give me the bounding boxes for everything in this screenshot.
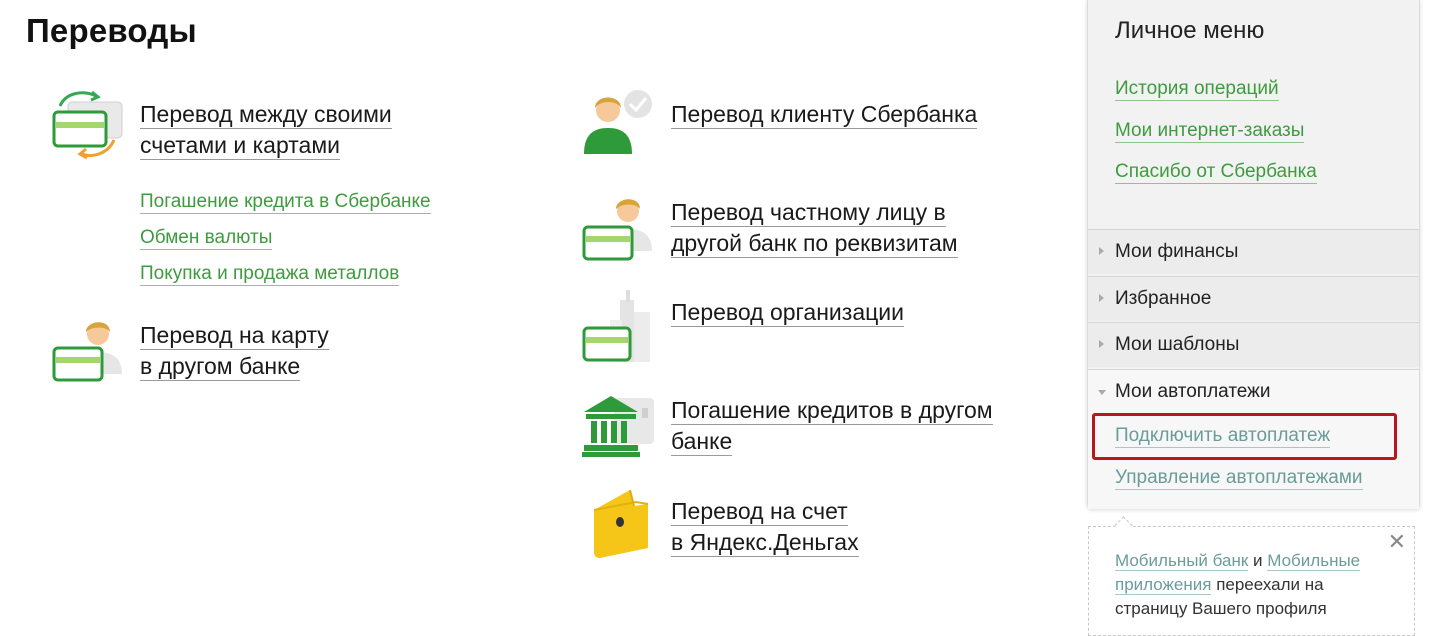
transfer-org-line1: Перевод организации bbox=[671, 299, 904, 327]
repay-other-line1: Погашение кредитов в другом bbox=[671, 397, 993, 425]
sublink-currency-exchange[interactable]: Обмен валюты bbox=[140, 227, 273, 250]
cards-exchange-icon bbox=[52, 90, 123, 160]
internet-orders-link[interactable]: Мои интернет-заказы bbox=[1115, 120, 1305, 143]
transfer-own-line1: Перевод между своими bbox=[140, 101, 392, 129]
notice-box: ✕ Мобильный банк и Мобильные приложения … bbox=[1088, 516, 1415, 636]
transfer-yandex-line1: Перевод на счет bbox=[671, 498, 848, 526]
repay-other-line2: банке bbox=[671, 428, 733, 456]
sublink-metals[interactable]: Покупка и продажа металлов bbox=[140, 263, 400, 286]
transfer-sber-client-link[interactable]: Перевод клиенту Сбербанка bbox=[671, 99, 978, 130]
notice-and: и bbox=[1253, 551, 1263, 570]
transfer-private-person-link[interactable]: Перевод частному лицу в другой банк по р… bbox=[671, 197, 958, 259]
section-label: Мои финансы bbox=[1115, 241, 1239, 262]
transfer-sber-line1: Перевод клиенту Сбербанка bbox=[671, 101, 978, 129]
transfer-own-line2: счетами и картами bbox=[140, 132, 340, 160]
page-title: Переводы bbox=[26, 12, 197, 49]
transfer-own-accounts-link[interactable]: Перевод между своими счетами и картами bbox=[140, 99, 392, 161]
personal-menu-title: Личное меню bbox=[1115, 17, 1265, 44]
card-person-icon bbox=[52, 322, 122, 382]
section-templates[interactable]: Мои шаблоны bbox=[1088, 322, 1419, 367]
transfer-card-other-bank-link[interactable]: Перевод на карту в другом банке bbox=[140, 320, 329, 382]
sber-client-icon bbox=[584, 90, 652, 154]
repay-other-bank-link[interactable]: Погашение кредитов в другом банке bbox=[671, 395, 993, 457]
transfer-private-line2: другой банк по реквизитам bbox=[671, 230, 958, 258]
yandex-wallet-icon bbox=[593, 489, 649, 558]
chevron-right-icon bbox=[1099, 294, 1104, 302]
notice-pointer bbox=[1114, 516, 1133, 535]
section-my-finances[interactable]: Мои финансы bbox=[1088, 229, 1419, 274]
transfer-card-line1: Перевод на карту bbox=[140, 322, 329, 350]
spasibo-link[interactable]: Спасибо от Сбербанка bbox=[1115, 161, 1317, 184]
transfer-yandex-line2: в Яндекс.Деньгах bbox=[671, 529, 859, 557]
chevron-right-icon bbox=[1099, 340, 1104, 348]
bank-building-icon bbox=[582, 396, 654, 457]
manage-autopay-link[interactable]: Управление автоплатежами bbox=[1115, 467, 1363, 490]
transfer-private-line1: Перевод частному лицу в bbox=[671, 199, 946, 227]
section-label: Мои шаблоны bbox=[1115, 334, 1240, 355]
transfer-yandex-link[interactable]: Перевод на счет в Яндекс.Деньгах bbox=[671, 496, 859, 558]
person-card-icon bbox=[582, 199, 652, 261]
section-favorites[interactable]: Избранное bbox=[1088, 276, 1419, 321]
organization-icon bbox=[582, 290, 650, 362]
chevron-down-icon bbox=[1098, 390, 1106, 395]
red-highlight-box bbox=[1092, 413, 1397, 460]
chevron-right-icon bbox=[1099, 247, 1104, 255]
notice-text: Мобильный банк и Мобильные приложения пе… bbox=[1115, 549, 1395, 621]
section-label: Избранное bbox=[1115, 288, 1212, 309]
history-link[interactable]: История операций bbox=[1115, 78, 1279, 101]
transfer-card-line2: в другом банке bbox=[140, 353, 301, 381]
mobile-bank-link[interactable]: Мобильный банк bbox=[1115, 551, 1249, 571]
section-label: Мои автоплатежи bbox=[1115, 381, 1271, 402]
sublink-credit-repay[interactable]: Погашение кредита в Сбербанке bbox=[140, 191, 431, 214]
transfer-organization-link[interactable]: Перевод организации bbox=[671, 297, 904, 328]
